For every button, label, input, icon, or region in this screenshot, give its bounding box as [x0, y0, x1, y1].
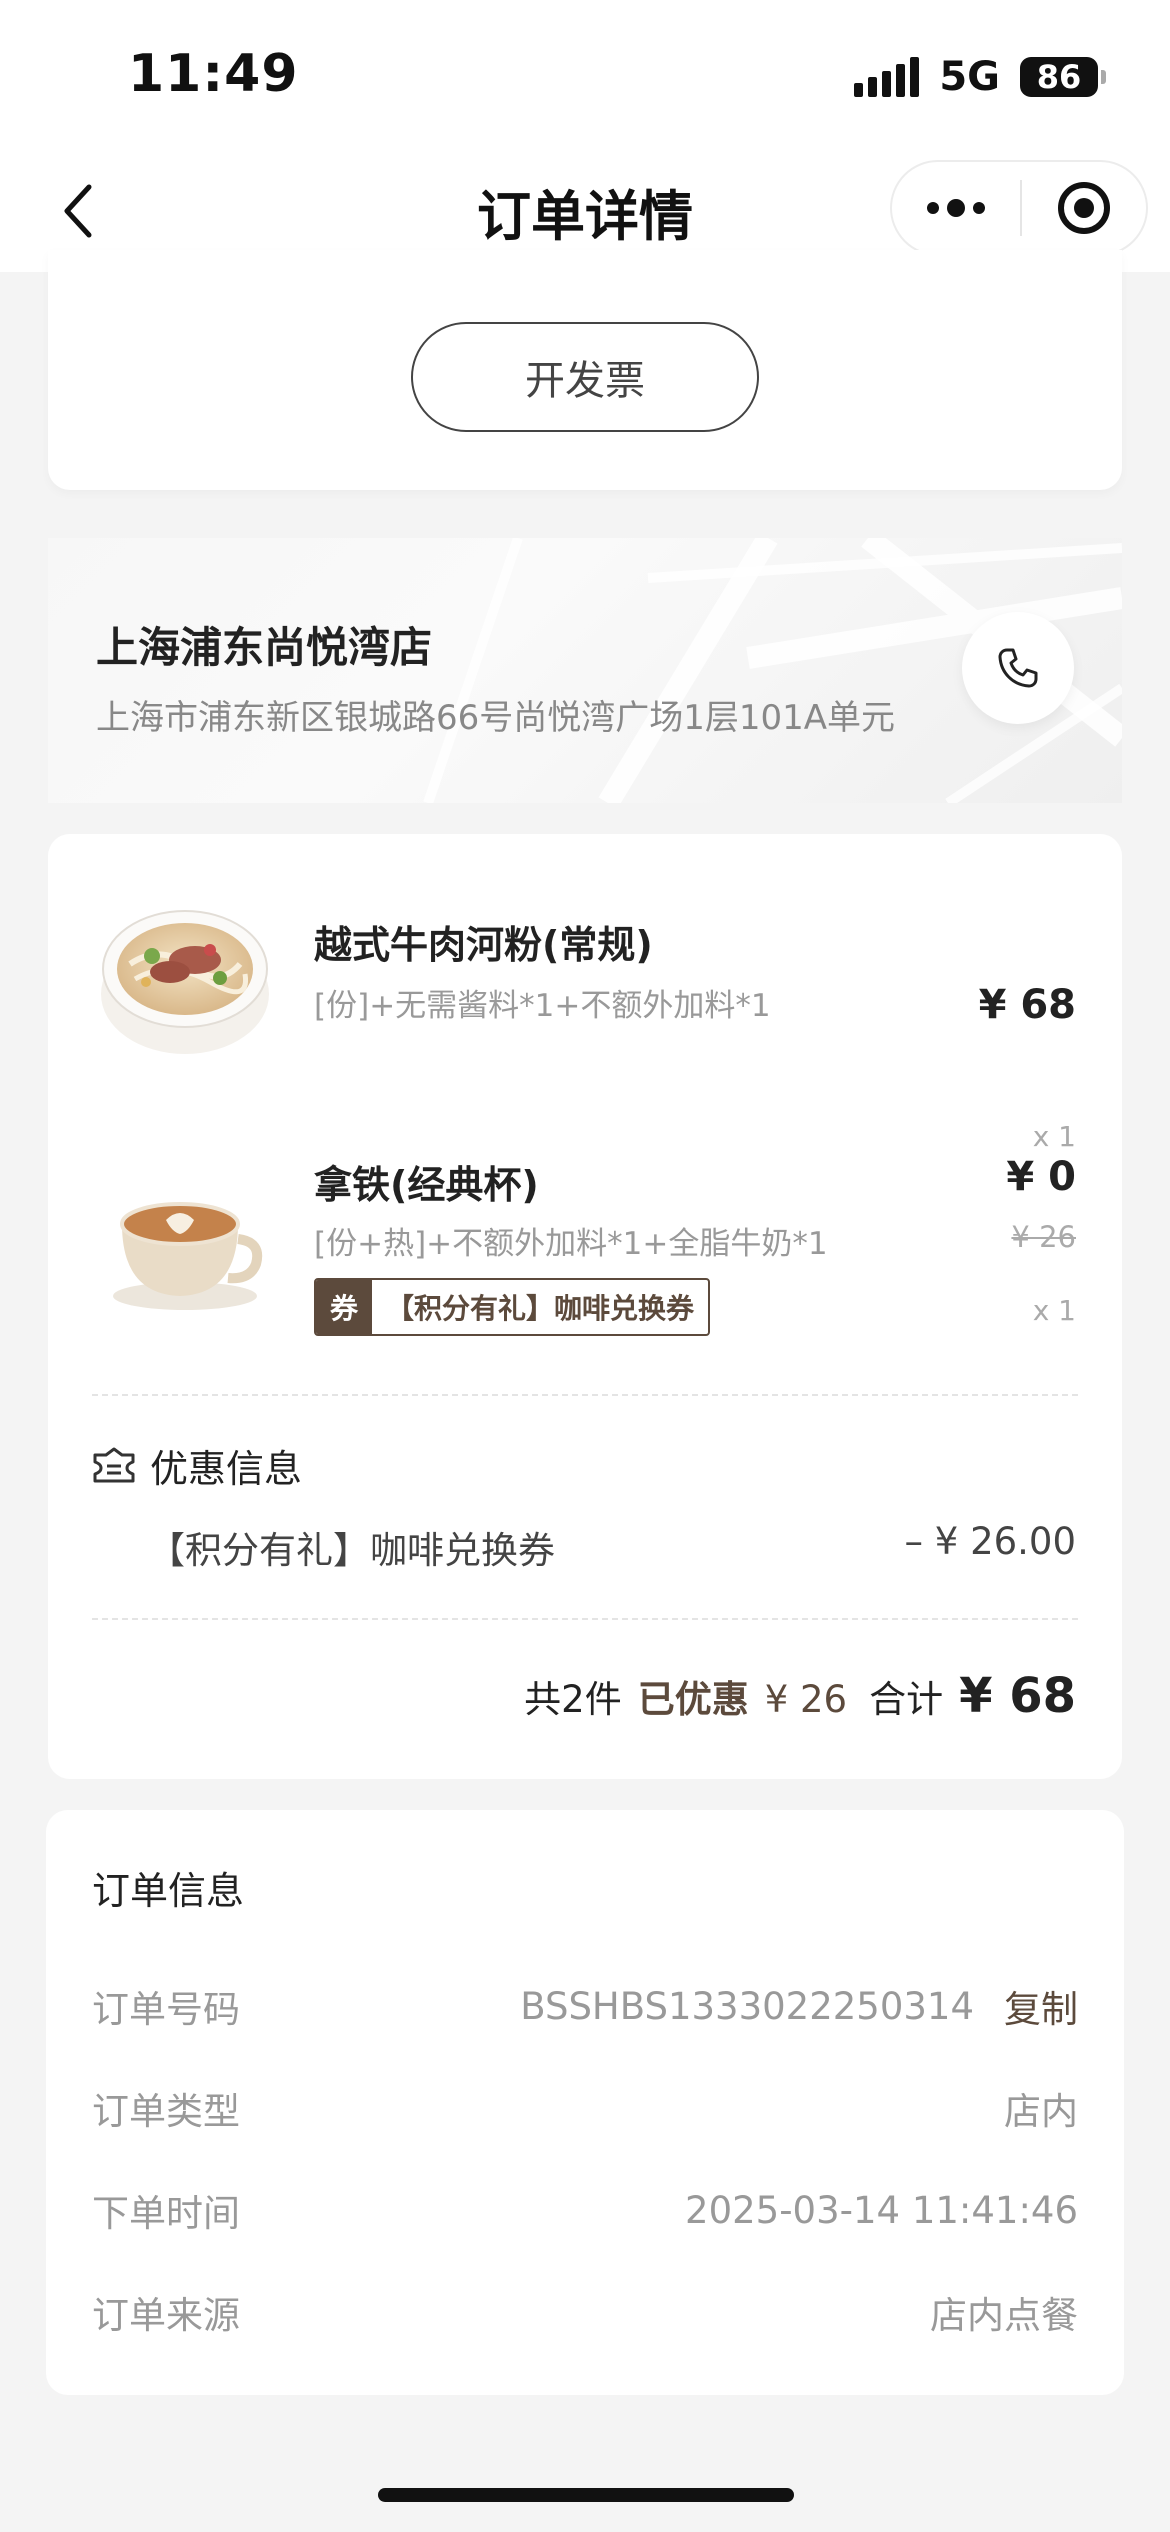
item-quantity: x 1 — [1032, 1294, 1076, 1327]
item-price: ¥ 0 — [1006, 1154, 1076, 1200]
item-name: 越式牛肉河粉(常规) — [314, 923, 653, 967]
order-info-card: 订单信息 订单号码 BSSHBS1333022250314 复制 订单类型 店内… — [46, 1810, 1124, 2395]
more-button[interactable] — [892, 162, 1020, 254]
order-item[interactable]: 越式牛肉河粉(常规) [份]+无需酱料*1+不额外加料*1 ¥ 68 x 1 — [48, 874, 1122, 1153]
total-label: 合计 — [869, 1678, 944, 1721]
order-time-row: 下单时间 2025-03-14 11:41:46 — [92, 2180, 1078, 2240]
store-address: 上海市浦东新区银城路66号尚悦湾广场1层101A单元 — [96, 698, 896, 738]
order-number-row: 订单号码 BSSHBS1333022250314 复制 — [92, 1976, 1078, 2036]
invoice-button[interactable]: 开发票 — [411, 322, 759, 432]
discount-amount: – ¥ 26.00 — [904, 1520, 1077, 1563]
beef-pho-image — [101, 910, 269, 1054]
miniprogram-capsule — [890, 160, 1148, 256]
order-source: 店内点餐 — [930, 2294, 1078, 2337]
discount-name: 【积分有礼】咖啡兑换券 — [148, 1529, 555, 1572]
discount-header: 优惠信息 — [92, 1438, 302, 1493]
ticket-icon — [93, 1447, 135, 1482]
order-items-card: 越式牛肉河粉(常规) [份]+无需酱料*1+不额外加料*1 ¥ 68 x 1 拿… — [48, 834, 1122, 1779]
divider — [92, 1394, 1078, 1396]
order-item[interactable]: 拿铁(经典杯) ¥ 0 [份+热]+不额外加料*1+全脂牛奶*1 ¥ 26 券 … — [48, 1154, 1122, 1374]
signal-icon — [854, 57, 920, 97]
copy-button[interactable]: 复制 — [1004, 1979, 1078, 2033]
invoice-card: 开发票 — [48, 250, 1122, 490]
call-store-button[interactable] — [962, 612, 1074, 724]
item-name: 拿铁(经典杯) — [314, 1163, 539, 1207]
item-price: ¥ 68 — [978, 982, 1076, 1028]
order-type-row: 订单类型 店内 — [92, 2078, 1078, 2138]
order-time: 2025-03-14 11:41:46 — [685, 2188, 1078, 2232]
row-label: 订单来源 — [92, 2294, 240, 2337]
phone-icon — [998, 648, 1038, 688]
coupon-tag: 券 【积分有礼】咖啡兑换券 — [314, 1278, 711, 1336]
network-type: 5G — [939, 54, 1000, 100]
battery-icon: 86 — [1020, 57, 1106, 97]
order-type: 店内 — [1004, 2090, 1078, 2133]
item-quantity: x 1 — [1032, 1120, 1076, 1153]
order-number: BSSHBS1333022250314 — [520, 1984, 974, 2028]
total-amount: ¥ 68 — [959, 1668, 1076, 1724]
saved-label: 已优惠 — [637, 1678, 749, 1721]
saved-amount: ¥ 26 — [764, 1678, 848, 1721]
status-bar: 11:49 5G 86 — [0, 0, 1170, 150]
store-name: 上海浦东尚悦湾店 — [96, 623, 433, 672]
home-indicator[interactable] — [378, 2488, 794, 2502]
latte-image — [113, 1202, 263, 1310]
row-label: 订单类型 — [92, 2090, 240, 2133]
row-label: 订单号码 — [92, 1988, 240, 2031]
order-summary: 共2件 已优惠 ¥ 26 合计 ¥ 68 — [524, 1668, 1076, 1724]
status-indicators: 5G 86 — [854, 52, 1106, 102]
close-miniprogram-button[interactable] — [1022, 162, 1146, 254]
item-count: 共2件 — [524, 1678, 622, 1721]
discount-title: 优惠信息 — [150, 1447, 303, 1491]
store-card: 上海浦东尚悦湾店 上海市浦东新区银城路66号尚悦湾广场1层101A单元 — [48, 538, 1122, 803]
target-icon — [1058, 182, 1110, 234]
item-spec: [份]+无需酱料*1+不额外加料*1 — [314, 988, 771, 1024]
item-original-price: ¥ 26 — [1011, 1220, 1076, 1254]
order-info-title: 订单信息 — [92, 1869, 245, 1913]
divider — [92, 1618, 1078, 1620]
coupon-label: 【积分有礼】咖啡兑换券 — [386, 1292, 695, 1325]
coupon-icon: 券 — [316, 1280, 372, 1334]
status-time: 11:49 — [128, 44, 299, 104]
item-spec: [份+热]+不额外加料*1+全脂牛奶*1 — [314, 1226, 828, 1262]
row-label: 下单时间 — [92, 2192, 240, 2235]
order-source-row: 订单来源 店内点餐 — [92, 2282, 1078, 2342]
battery-level: 86 — [1036, 58, 1082, 96]
